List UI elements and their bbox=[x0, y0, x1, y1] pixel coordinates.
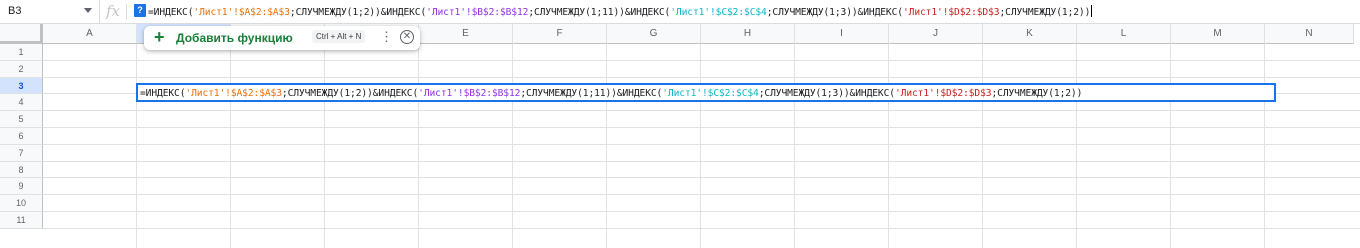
formula-token: =ИНДЕКС( bbox=[148, 7, 194, 18]
divider bbox=[126, 4, 127, 20]
shortcut-badge: Ctrl + Alt + N bbox=[312, 30, 366, 43]
grid-column-line bbox=[888, 44, 889, 248]
formula-token: 'Лист1'!$A$2:$A$3 bbox=[193, 7, 290, 18]
formula-token: 'Лист1'!$B$2:$B$12 bbox=[426, 7, 529, 18]
grid-row-line bbox=[43, 177, 1360, 179]
more-options-icon[interactable]: ⋮ bbox=[380, 29, 393, 45]
column-header-n[interactable]: N bbox=[1265, 24, 1354, 44]
grid-row-line bbox=[43, 127, 1360, 128]
formula-token: ;СЛУЧМЕЖДУ(1;2)) bbox=[991, 88, 1083, 99]
column-header-k[interactable]: K bbox=[983, 24, 1077, 44]
grid-row-line bbox=[43, 160, 1360, 162]
grid-column-line bbox=[700, 44, 701, 248]
column-header-g[interactable]: G bbox=[607, 24, 701, 44]
row-header-1[interactable]: 1 bbox=[0, 44, 43, 61]
formula-token: 'Лист1'!$B$2:$B$12 bbox=[418, 88, 521, 99]
grid-column-line bbox=[1264, 44, 1265, 248]
formula-token: 'Лист1'!$C$2:$C$4 bbox=[662, 88, 759, 99]
fx-icon: fx bbox=[106, 2, 121, 20]
chevron-down-icon[interactable] bbox=[84, 8, 92, 13]
formula-token: ;СЛУЧМЕЖДУ(1;3))&ИНДЕКС( bbox=[766, 7, 903, 18]
grid-row-line bbox=[43, 59, 1360, 61]
grid-column-line bbox=[512, 44, 513, 248]
grid-row-line bbox=[43, 227, 1360, 229]
add-function-label[interactable]: Добавить функцию bbox=[176, 31, 293, 45]
formula-token: ;СЛУЧМЕЖДУ(1;3))&ИНДЕКС( bbox=[758, 88, 895, 99]
row-header-9[interactable]: 9 bbox=[0, 178, 43, 196]
grid-row-line bbox=[43, 211, 1360, 212]
grid-row-line bbox=[43, 194, 1360, 196]
close-icon[interactable]: ✕ bbox=[400, 30, 414, 44]
formula-token: =ИНДЕКС( bbox=[140, 88, 186, 99]
formula-token: ;СЛУЧМЕЖДУ(1;2)) bbox=[999, 7, 1091, 18]
grid-row-line bbox=[43, 76, 1360, 78]
formula-token: ;СЛУЧМЕЖДУ(1;11))&ИНДЕКС( bbox=[528, 7, 671, 18]
formula-token: ;СЛУЧМЕЖДУ(1;2))&ИНДЕКС( bbox=[281, 88, 419, 99]
column-header-i[interactable]: I bbox=[795, 24, 889, 44]
grid-column-line bbox=[982, 44, 983, 248]
column-header-e[interactable]: E bbox=[419, 24, 513, 44]
formula-token: ;СЛУЧМЕЖДУ(1;2))&ИНДЕКС( bbox=[289, 7, 427, 18]
cell-grid[interactable] bbox=[43, 44, 1360, 248]
row-header-4[interactable]: 4 bbox=[0, 94, 43, 112]
row-header-5[interactable]: 5 bbox=[0, 111, 43, 128]
column-header-f[interactable]: F bbox=[513, 24, 607, 44]
select-all-corner[interactable] bbox=[0, 24, 43, 44]
formula-bar: B3 fx ? =ИНДЕКС('Лист1'!$A$2:$A$3;СЛУЧМЕ… bbox=[0, 0, 1360, 24]
text-caret bbox=[1091, 5, 1093, 17]
grid-row-line bbox=[43, 143, 1360, 145]
row-header-3[interactable]: 3 bbox=[0, 77, 43, 95]
formula-token: ;СЛУЧМЕЖДУ(1;11))&ИНДЕКС( bbox=[520, 88, 663, 99]
grid-column-line bbox=[230, 44, 231, 248]
formula-input[interactable]: =ИНДЕКС('Лист1'!$A$2:$A$3;СЛУЧМЕЖДУ(1;2)… bbox=[148, 5, 1093, 18]
row-header-6[interactable]: 6 bbox=[0, 128, 43, 145]
column-header-m[interactable]: M bbox=[1171, 24, 1265, 44]
grid-column-line bbox=[1170, 44, 1171, 248]
formula-token: 'Лист1'!$D$2:$D$3 bbox=[894, 88, 992, 99]
grid-column-line bbox=[136, 44, 137, 248]
help-icon[interactable]: ? bbox=[134, 4, 146, 17]
row-header-11[interactable]: 11 bbox=[0, 212, 43, 229]
column-header-h[interactable]: H bbox=[701, 24, 795, 44]
cell-editor-b3[interactable]: =ИНДЕКС('Лист1'!$A$2:$A$3;СЛУЧМЕЖДУ(1;2)… bbox=[136, 83, 1276, 102]
grid-row-line bbox=[43, 110, 1360, 112]
formula-token: 'Лист1'!$A$2:$A$3 bbox=[185, 88, 282, 99]
plus-icon: + bbox=[154, 27, 165, 47]
name-box[interactable]: B3 bbox=[0, 0, 100, 24]
formula-token: 'Лист1'!$D$2:$D$3 bbox=[902, 7, 1000, 18]
add-function-chip[interactable]: + Добавить функцию Ctrl + Alt + N ⋮ ✕ bbox=[144, 26, 420, 50]
column-header-l[interactable]: L bbox=[1077, 24, 1171, 44]
row-header-10[interactable]: 10 bbox=[0, 195, 43, 212]
column-header-j[interactable]: J bbox=[889, 24, 983, 44]
cell-formula-text[interactable]: =ИНДЕКС('Лист1'!$A$2:$A$3;СЛУЧМЕЖДУ(1;2)… bbox=[140, 88, 1082, 99]
formula-token: 'Лист1'!$C$2:$C$4 bbox=[670, 7, 767, 18]
row-header-2[interactable]: 2 bbox=[0, 60, 43, 78]
column-header-a[interactable]: A bbox=[43, 24, 137, 44]
grid-column-line bbox=[1076, 44, 1077, 248]
name-box-value: B3 bbox=[8, 5, 22, 17]
grid-column-line bbox=[606, 44, 607, 248]
grid-column-line bbox=[324, 44, 325, 248]
grid-column-line bbox=[794, 44, 795, 248]
grid-column-line bbox=[418, 44, 419, 248]
row-header-7[interactable]: 7 bbox=[0, 144, 43, 162]
row-header-8[interactable]: 8 bbox=[0, 161, 43, 179]
